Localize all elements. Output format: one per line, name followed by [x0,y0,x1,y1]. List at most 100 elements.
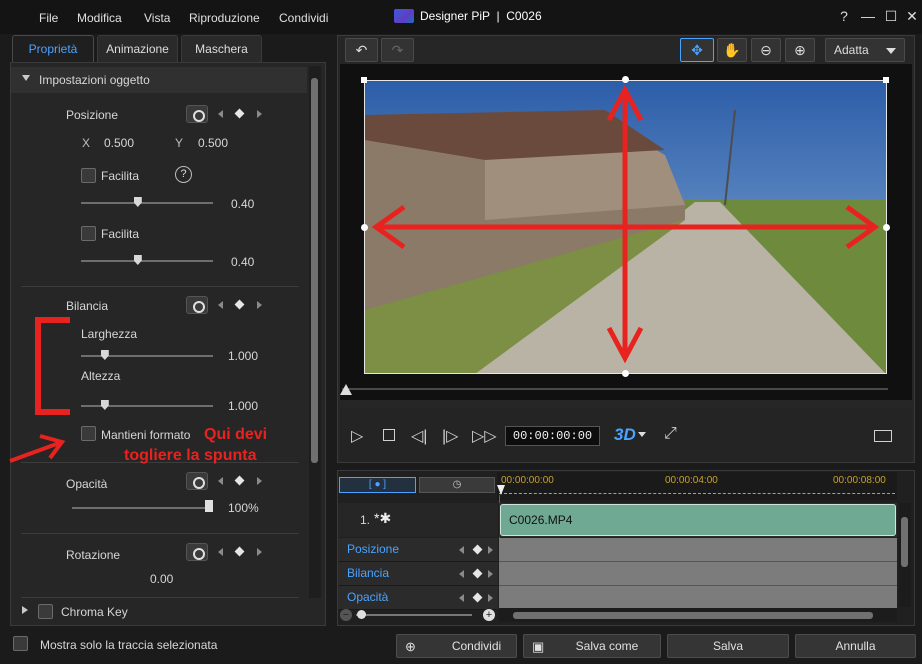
zoom-in-icon[interactable]: + [483,609,495,621]
ease-slider-2[interactable] [81,260,213,262]
divider [21,533,299,534]
prev-keyframe-icon[interactable] [459,546,464,554]
tab-mask[interactable]: Maschera [181,35,262,62]
chroma-checkbox[interactable] [38,604,53,619]
x-value[interactable]: 0.500 [104,136,134,150]
next-keyframe-icon[interactable] [488,546,493,554]
next-keyframe-icon[interactable] [257,110,262,118]
collapse-icon[interactable] [22,75,30,81]
window-title-text: Designer PiP | C0026 [420,9,542,23]
zoom-select[interactable]: Adatta [825,38,905,62]
next-keyframe-icon[interactable] [488,594,493,602]
zoom-out-icon[interactable]: − [340,609,352,621]
timeline-zoom-thumb[interactable] [357,610,366,619]
track-effect-icon: *✱ [374,510,392,526]
play-icon[interactable]: ▷ [351,426,363,446]
ease-label-2: Facilita [101,227,140,241]
next-keyframe-icon[interactable] [488,570,493,578]
menu-playback[interactable]: Riproduzione [189,11,260,25]
close-button[interactable]: ✕ [904,8,920,24]
height-value: 1.000 [228,399,259,413]
share-button[interactable]: ⊕ Condividi [396,634,517,658]
redo-icon[interactable]: ↷ [381,38,414,62]
menu-view[interactable]: Vista [144,11,170,25]
timeline-vscroll[interactable] [899,503,911,607]
timeline-clock-tab[interactable]: ◷ [419,477,495,493]
ease-label-1: Facilita [101,169,140,183]
tab-animation[interactable]: Animazione [97,35,178,62]
hand-icon[interactable]: ✋ [717,38,747,62]
opacity-slider-thumb[interactable] [205,500,213,512]
tick-label: 00:00:04:00 [665,475,718,486]
expand-icon[interactable] [22,606,28,614]
tab-properties[interactable]: Proprietà [12,35,94,62]
ease-value-2: 0.40 [231,255,255,269]
scrub-bar[interactable] [342,388,888,390]
stop-icon[interactable] [383,429,395,441]
next-frame-icon[interactable]: |▷ [442,426,458,446]
maximize-button[interactable]: ☐ [883,8,899,24]
timeline-keyframe-tab[interactable]: [ ● ] [339,477,416,493]
zoom-out-icon[interactable]: ⊖ [751,38,781,62]
opacity-label: Opacità [66,477,108,491]
timeline-hscroll-thumb[interactable] [513,612,873,619]
timecode-display[interactable]: 00:00:00:00 [505,426,600,446]
track-header: 1. *✱ [338,503,498,537]
zoom-in-icon[interactable]: ⊕ [785,38,815,62]
position-keyframe-icon[interactable] [186,105,208,123]
scrub-handle[interactable] [340,384,352,395]
fast-forward-icon[interactable]: ▷▷ [472,426,497,446]
prev-keyframe-icon[interactable] [218,477,223,485]
help-icon[interactable]: ? [836,8,852,24]
save-button[interactable]: Salva [667,634,789,658]
track-row-opacity[interactable] [499,586,897,610]
show-selected-checkbox[interactable] [13,636,28,651]
timeline-vscroll-thumb[interactable] [901,517,908,567]
x-label: X [82,136,91,150]
undo-icon[interactable]: ↶ [345,38,378,62]
menu-edit[interactable]: Modifica [77,11,122,25]
rotation-keyframe-icon[interactable] [186,543,208,561]
chevron-down-icon[interactable] [638,432,646,437]
divider [21,286,299,287]
tick-label: 00:00:08:00 [833,475,886,486]
next-keyframe-icon[interactable] [257,477,262,485]
help-circle-icon[interactable]: ? [175,166,192,183]
ease-checkbox-1[interactable] [81,168,96,183]
opacity-slider[interactable] [72,507,212,509]
video-clip[interactable]: C0026.MP4 [500,504,896,536]
prev-keyframe-icon[interactable] [218,110,223,118]
safe-area-icon[interactable] [874,430,892,442]
window-title: Designer PiP | C0026 [394,9,542,23]
fullscreen-icon[interactable]: ⤢ [664,425,677,443]
annotation-bracket [35,317,70,415]
prev-keyframe-icon[interactable] [218,548,223,556]
prev-keyframe-icon[interactable] [459,570,464,578]
prev-keyframe-icon[interactable] [218,301,223,309]
prev-keyframe-icon[interactable] [459,594,464,602]
prev-frame-icon[interactable]: ◁| [411,426,427,446]
rotation-value[interactable]: 0.00 [150,572,173,586]
menu-share[interactable]: Condividi [279,11,328,25]
3d-mode-button[interactable]: 3D [614,425,636,445]
y-value[interactable]: 0.500 [198,136,228,150]
next-keyframe-icon[interactable] [257,301,262,309]
cancel-button[interactable]: Annulla [795,634,916,658]
save-as-button[interactable]: ▣ Salva come [523,634,661,658]
ease-slider-1[interactable] [81,202,213,204]
section-title: Impostazioni oggetto [39,73,150,87]
minimize-button[interactable]: — [860,8,876,24]
opacity-keyframe-icon[interactable] [186,472,208,490]
ease-checkbox-2[interactable] [81,226,96,241]
next-keyframe-icon[interactable] [257,548,262,556]
timeline-zoom-slider[interactable] [356,614,472,616]
playhead[interactable] [497,485,505,495]
globe-icon: ⊕ [405,639,416,654]
track-row-position[interactable] [499,538,897,562]
scrollbar-thumb[interactable] [311,78,318,463]
track-row-scale[interactable] [499,562,897,586]
move-icon[interactable]: ✥ [680,38,714,62]
track-number: 1. [360,513,371,527]
timeline-hscroll[interactable] [499,608,897,622]
menu-file[interactable]: File [39,11,58,25]
